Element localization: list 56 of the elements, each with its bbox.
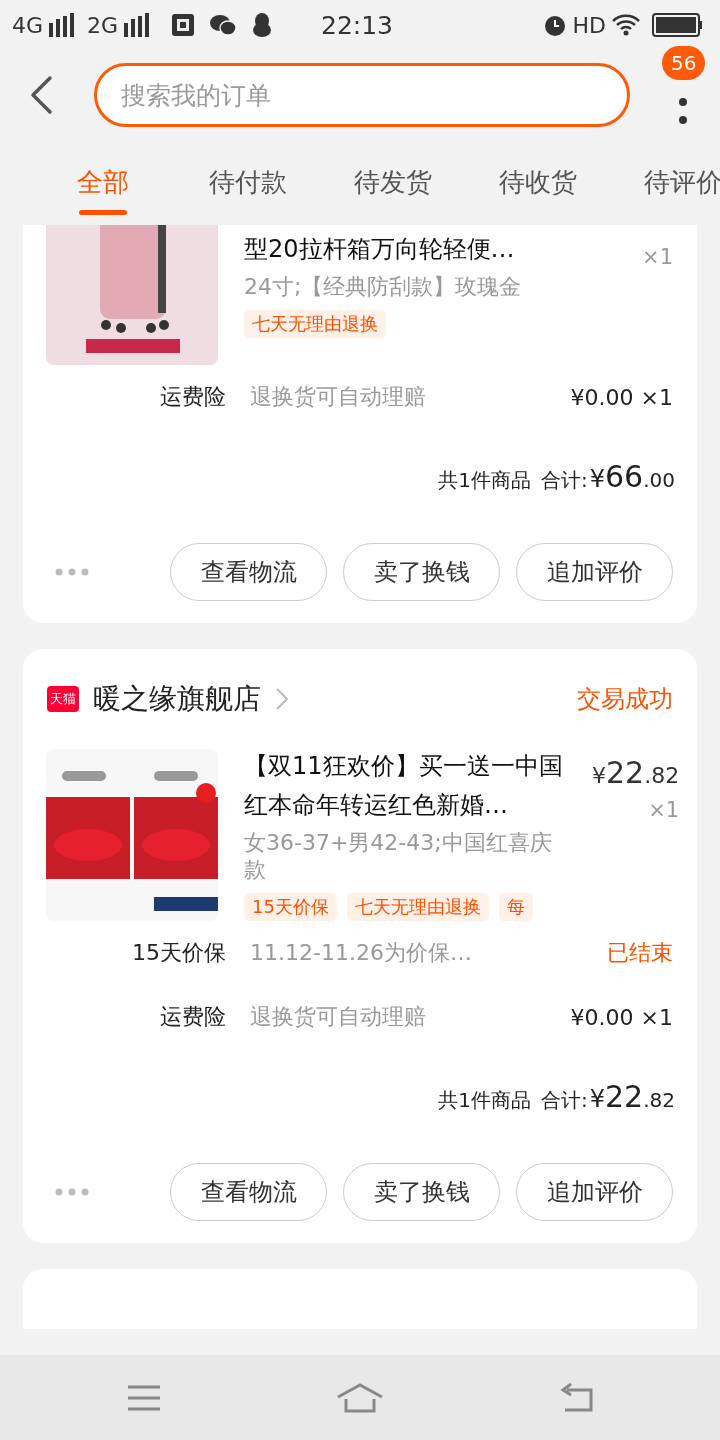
- service-value: ¥0.00 ×1: [570, 384, 673, 410]
- order-total: 合计:¥22.82: [540, 1079, 675, 1114]
- store-badge: 天猫: [47, 686, 79, 712]
- clock-time: 22:13: [321, 10, 394, 40]
- service-name: 运费险: [159, 1003, 226, 1031]
- item-count: 共1件商品: [438, 1087, 531, 1114]
- service-tag: 七天无理由退换: [346, 893, 489, 921]
- action-button[interactable]: 查看物流: [170, 1163, 327, 1221]
- order-total: 合计:¥66.00: [540, 459, 675, 494]
- store-name[interactable]: 暖之缘旗舰店: [93, 680, 261, 718]
- network-label: 4G: [12, 12, 44, 38]
- product-variant: 女36-37+男42-43;中国红喜庆款: [244, 829, 553, 883]
- item-count: 共1件商品: [438, 467, 531, 494]
- action-button[interactable]: 卖了换钱: [343, 1163, 500, 1221]
- product-quantity: ×1: [648, 798, 680, 822]
- action-button[interactable]: 追加评价: [516, 1163, 673, 1221]
- service-description: 11.12-11.26为价保…: [250, 939, 472, 967]
- back-icon[interactable]: [28, 75, 54, 115]
- service-description: 退换货可自动理赔: [250, 383, 426, 411]
- order-tab[interactable]: 待发货: [320, 140, 465, 225]
- product-price: ¥22.82: [592, 755, 680, 790]
- alarm-icon: [542, 13, 567, 37]
- menu-icon[interactable]: [127, 1383, 162, 1412]
- home-icon[interactable]: [336, 1382, 384, 1413]
- wifi-icon: [612, 14, 640, 36]
- battery-icon: [652, 13, 702, 37]
- action-button[interactable]: 卖了换钱: [343, 543, 500, 601]
- service-tag: 七天无理由退换: [244, 310, 386, 338]
- order-tab[interactable]: 待评价: [610, 140, 720, 225]
- action-button[interactable]: 追加评价: [516, 543, 673, 601]
- action-button[interactable]: 查看物流: [170, 543, 327, 601]
- product-quantity: ×1: [642, 245, 673, 269]
- order-status: 交易成功: [577, 684, 673, 715]
- chevron-icon[interactable]: [275, 687, 289, 711]
- service-description: 退换货可自动理赔: [250, 1003, 426, 1031]
- order-tab[interactable]: 待付款: [175, 140, 320, 225]
- signal-icon: [49, 13, 76, 37]
- chat-icon: [210, 14, 237, 36]
- product-title[interactable]: 型20拉杆箱万向轮轻便…: [244, 230, 566, 269]
- back-icon[interactable]: [558, 1382, 593, 1413]
- search-field[interactable]: 搜索我的订单: [94, 63, 630, 127]
- app-icon: [172, 14, 195, 36]
- network-label: 2G: [87, 12, 119, 38]
- more-icon[interactable]: [678, 98, 688, 126]
- signal-icon: [124, 13, 151, 37]
- product-variant: 24寸;【经典防刮款】玫瑰金: [244, 273, 523, 300]
- service-name: 运费险: [159, 383, 226, 411]
- order-tab[interactable]: 待收货: [465, 140, 610, 225]
- product-title[interactable]: 【双11狂欢价】买一送一中国红本命年转运红色新婚…: [244, 747, 566, 825]
- hd-label: HD: [572, 12, 606, 38]
- notification-badge: 56: [662, 46, 706, 80]
- service-tag: 每: [498, 893, 533, 921]
- service-value: 已结束: [607, 939, 673, 967]
- service-tag: 15天价保: [244, 893, 337, 921]
- service-name: 15天价保: [131, 939, 226, 967]
- service-value: ¥0.00 ×1: [570, 1004, 673, 1030]
